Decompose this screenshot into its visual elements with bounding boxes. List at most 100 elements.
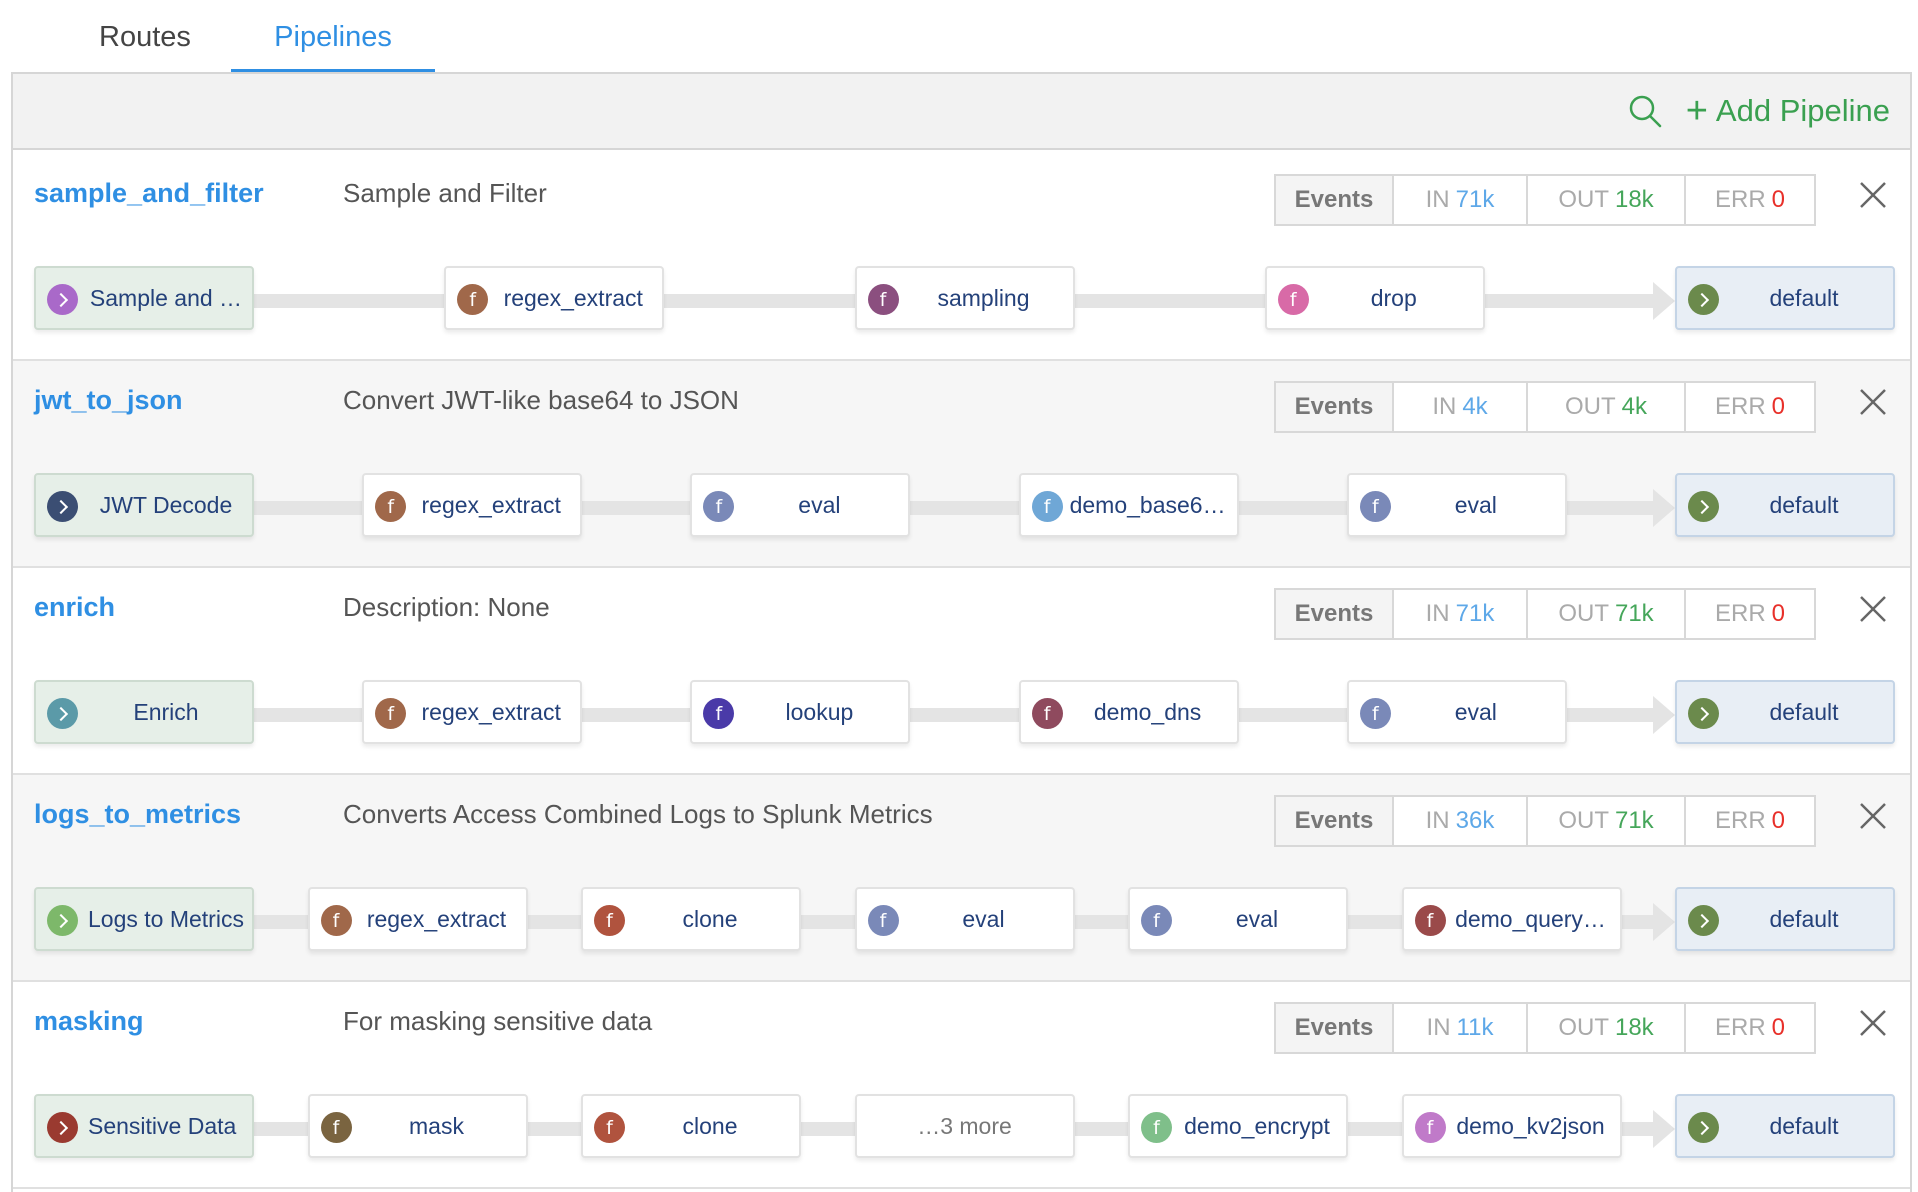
node-label: clone (682, 1113, 738, 1139)
in-value: 36k (1455, 807, 1495, 834)
close-icon[interactable] (1858, 387, 1888, 417)
pipeline-id[interactable]: masking (34, 1006, 144, 1037)
route-node[interactable]: Logs to Metrics (34, 887, 254, 951)
route-node[interactable]: JWT Decode (34, 473, 254, 537)
function-node[interactable]: f drop (1264, 266, 1485, 330)
node-label: mask (409, 1113, 464, 1139)
function-node[interactable]: f mask (307, 1094, 528, 1158)
route-node[interactable]: Sample and … (34, 266, 254, 330)
pipeline-id[interactable]: sample_and_filter (34, 178, 264, 209)
function-icon: f (1414, 1112, 1446, 1143)
close-icon[interactable] (1858, 180, 1888, 210)
function-node[interactable]: f eval (1346, 680, 1567, 744)
close-icon[interactable] (1858, 1008, 1888, 1038)
pipeline-id[interactable]: logs_to_metrics (34, 799, 241, 830)
function-node[interactable]: f regex_extract (362, 680, 583, 744)
function-node[interactable]: f clone (581, 1094, 801, 1158)
function-icon: f (320, 905, 352, 936)
close-icon[interactable] (1858, 801, 1888, 831)
out-value: 4k (1621, 393, 1648, 420)
destination-node[interactable]: default (1675, 473, 1895, 537)
err-label: ERR (1714, 600, 1766, 627)
function-node[interactable]: f regex_extract (444, 266, 665, 330)
node-label: Sensitive Data (88, 1113, 237, 1139)
chevron-right-icon (47, 905, 78, 936)
function-node[interactable]: f eval (1346, 473, 1567, 537)
function-node[interactable]: f demo_encrypt (1128, 1094, 1348, 1158)
function-node[interactable]: f eval (1128, 887, 1348, 951)
function-icon: f (703, 698, 735, 729)
events-summary: Events IN 71k OUT 18k ERR 0 (1274, 174, 1816, 226)
pipeline-id[interactable]: jwt_to_json (34, 385, 183, 416)
destination-node[interactable]: default (1675, 1094, 1895, 1158)
close-icon[interactable] (1858, 594, 1888, 624)
events-in: IN 71k (1394, 176, 1528, 224)
destination-node[interactable]: default (1675, 680, 1895, 744)
pipeline-row[interactable]: logs_to_metrics Converts Access Combined … (13, 775, 1910, 982)
in-label: IN (1425, 600, 1450, 627)
function-icon: f (1141, 1112, 1172, 1143)
err-value: 0 (1771, 807, 1786, 834)
out-label: OUT (1558, 186, 1609, 213)
err-label: ERR (1714, 186, 1766, 213)
node-label: regex_extract (421, 492, 561, 518)
function-icon: f (1031, 698, 1063, 729)
events-label: Events (1276, 383, 1394, 431)
events-in: IN 71k (1394, 590, 1528, 638)
in-value: 4k (1462, 393, 1488, 420)
node-label: JWT Decode (99, 492, 233, 518)
tab-pipelines[interactable]: Pipelines (231, 14, 435, 72)
pipeline-description: Converts Access Combined Logs to Splunk … (343, 799, 933, 829)
pipeline-row[interactable]: masking For masking sensitive data Events … (13, 982, 1910, 1189)
events-label: Events (1276, 1004, 1394, 1052)
pipeline-description: For masking sensitive data (343, 1006, 653, 1036)
function-icon: f (867, 905, 899, 936)
function-node[interactable]: f regex_extract (362, 473, 583, 537)
node-label: regex_extract (366, 906, 507, 932)
function-node[interactable]: f clone (581, 887, 801, 951)
function-node[interactable]: f lookup (690, 680, 911, 744)
pipeline-list: sample_and_filter Sample and Filter Events… (13, 154, 1910, 1189)
function-node[interactable]: f demo_kv2json (1401, 1094, 1622, 1158)
pipeline-row[interactable]: enrich Description: None Events IN 71k OUT 7… (13, 568, 1910, 775)
more-functions-node[interactable]: …3 more (854, 1094, 1075, 1158)
function-node[interactable]: f eval (690, 473, 911, 537)
function-icon: f (594, 905, 625, 936)
in-label: IN (1425, 186, 1450, 213)
destination-node[interactable]: default (1675, 887, 1895, 951)
function-node[interactable]: f demo_dns (1018, 680, 1239, 744)
function-icon: f (457, 284, 489, 315)
function-node[interactable]: f eval (854, 887, 1075, 951)
pipeline-row[interactable]: sample_and_filter Sample and Filter Events… (13, 154, 1910, 361)
destination-node[interactable]: default (1675, 266, 1895, 330)
function-icon: f (703, 491, 735, 522)
function-node[interactable]: f regex_extract (307, 887, 528, 951)
events-out: OUT 4k (1528, 383, 1686, 431)
pipeline-id[interactable]: enrich (34, 592, 115, 623)
events-out: OUT 18k (1528, 1004, 1686, 1052)
out-label: OUT (1558, 600, 1609, 627)
function-icon: f (594, 1112, 625, 1143)
pipeline-row[interactable]: jwt_to_json Convert JWT-like base64 to JS… (13, 361, 1910, 568)
in-value: 71k (1455, 600, 1495, 627)
events-in: IN 11k (1394, 1004, 1528, 1052)
search-icon[interactable] (1628, 94, 1662, 128)
route-node[interactable]: Sensitive Data (34, 1094, 254, 1158)
out-label: OUT (1564, 393, 1616, 420)
function-node[interactable]: f demo_query… (1401, 887, 1622, 951)
node-label: default (1769, 285, 1839, 311)
plus-icon: + (1685, 90, 1708, 132)
add-pipeline-button[interactable]: + Add Pipeline (1686, 88, 1890, 134)
events-in: IN 36k (1394, 797, 1528, 845)
events-out: OUT 18k (1528, 176, 1686, 224)
node-label: clone (682, 906, 738, 932)
route-node[interactable]: Enrich (34, 680, 254, 744)
function-node[interactable]: f demo_base6… (1018, 473, 1239, 537)
function-node[interactable]: f sampling (854, 266, 1075, 330)
err-label: ERR (1714, 1014, 1766, 1041)
function-icon: f (1277, 284, 1309, 315)
node-label: demo_dns (1093, 699, 1202, 725)
err-label: ERR (1714, 807, 1766, 834)
in-label: IN (1425, 807, 1450, 834)
tab-routes[interactable]: Routes (80, 14, 210, 72)
